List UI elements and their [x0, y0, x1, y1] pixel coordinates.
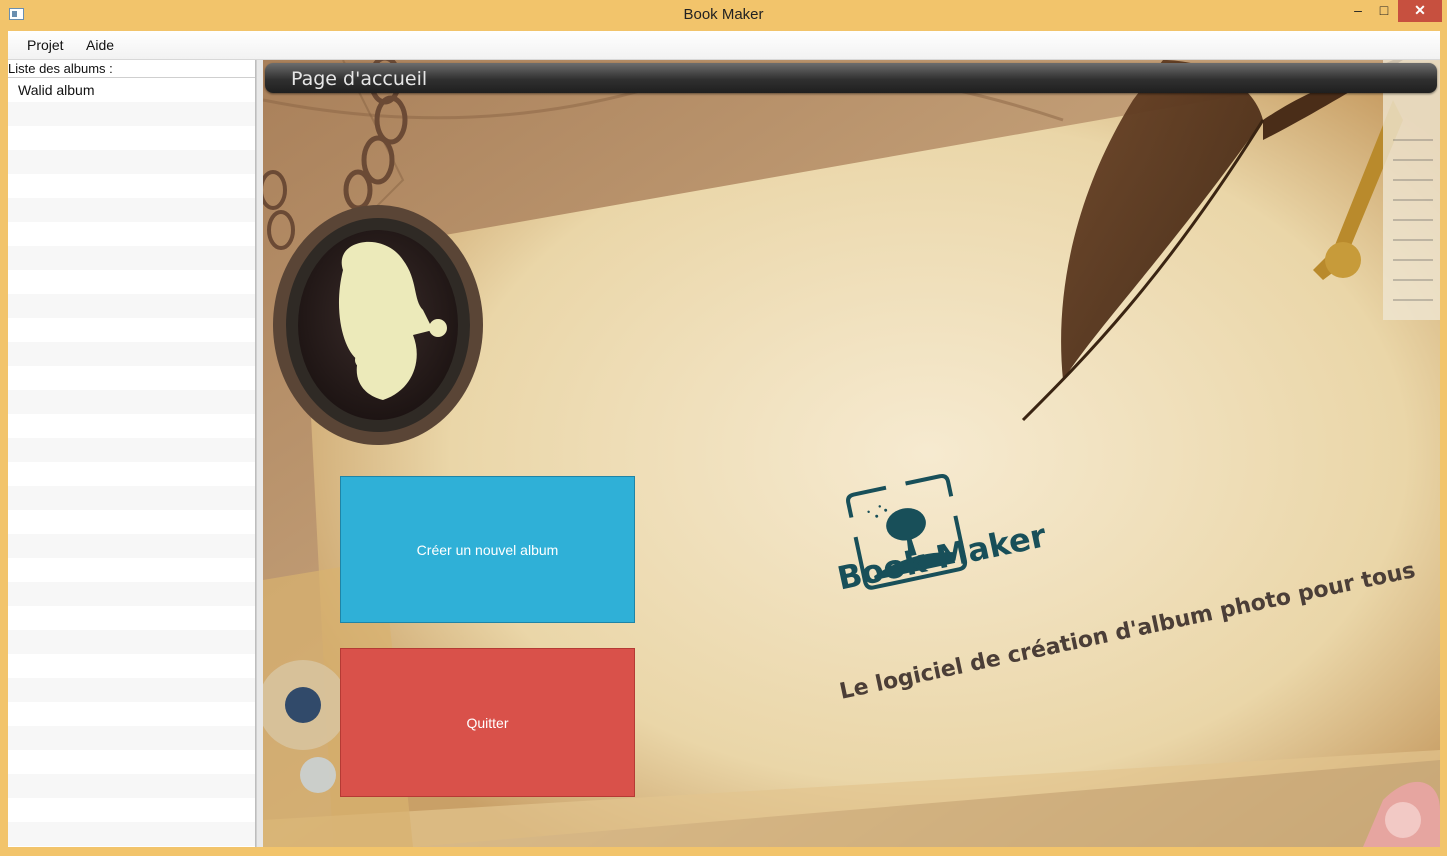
- home-page: Page d'accueil Créer un nouvel album Qui…: [263, 60, 1440, 847]
- close-button[interactable]: ✕: [1398, 0, 1442, 22]
- create-album-button[interactable]: Créer un nouvel album: [340, 476, 635, 623]
- menu-bar: Projet Aide: [8, 31, 1440, 60]
- title-bar[interactable]: Book Maker – □ ✕: [0, 0, 1447, 30]
- maximize-button[interactable]: □: [1371, 0, 1397, 22]
- app-window: Book Maker – □ ✕ Projet Aide Liste des a…: [0, 0, 1447, 856]
- page-title: Page d'accueil: [291, 68, 428, 90]
- album-sidebar: Liste des albums : Walid album: [8, 60, 256, 847]
- quit-button[interactable]: Quitter: [340, 648, 635, 797]
- album-list-header: Liste des albums :: [8, 60, 255, 78]
- album-list[interactable]: Walid album: [8, 78, 255, 847]
- window-title: Book Maker: [683, 6, 764, 23]
- minimize-button[interactable]: –: [1345, 0, 1371, 22]
- menu-projet[interactable]: Projet: [27, 37, 64, 53]
- window-bottom-frame: [0, 847, 1447, 856]
- menu-aide[interactable]: Aide: [86, 37, 114, 53]
- page-header-bar: Page d'accueil: [265, 63, 1437, 93]
- list-item[interactable]: Walid album: [18, 82, 95, 98]
